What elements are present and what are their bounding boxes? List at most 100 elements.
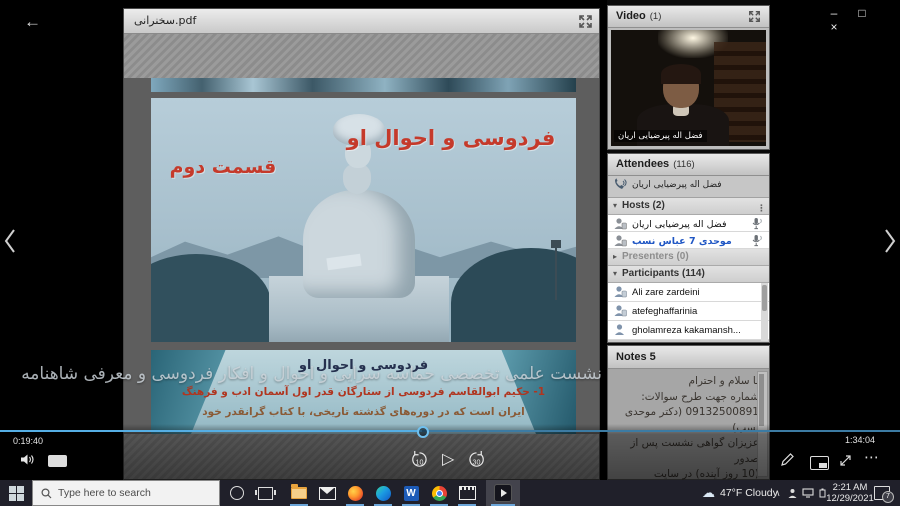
lamppost-graphic bbox=[555, 248, 557, 300]
host-name: موحدی 7 عباس نسب bbox=[632, 234, 732, 250]
previous-chevron-icon[interactable] bbox=[2, 226, 18, 256]
notes-line: 09132500891 (دکتر موحدی bbox=[622, 405, 759, 421]
caption-watermark: نشست علمی تخصصی حماسه سرایی و احوال و اف… bbox=[6, 360, 602, 388]
taskbar: Type here to search W ☁ 47°F Cloudy ∧ bbox=[0, 480, 900, 506]
webcam-person-hair bbox=[661, 64, 701, 84]
microphone-icon bbox=[750, 234, 763, 247]
participant-name: atefeghaffarinia bbox=[632, 304, 697, 320]
battery-icon[interactable] bbox=[819, 488, 826, 498]
active-speaker-name: فضل اله پیرضیایی اریان bbox=[632, 180, 722, 190]
notes-pod-header[interactable]: Notes 5 bbox=[608, 346, 769, 369]
host-row[interactable]: فضل اله پیرضیایی اریان bbox=[608, 215, 769, 232]
taskbar-clock[interactable]: 2:21 AM 12/29/2021 bbox=[828, 480, 872, 506]
fullscreen-expand-icon[interactable] bbox=[578, 14, 593, 29]
webcam-video[interactable]: فضل اله پیرضیایی اریان bbox=[611, 30, 766, 146]
presenters-section-bar[interactable]: ▸Presenters (0) bbox=[608, 249, 769, 266]
screen: سخنرانی.pdf فردوسی و احوال bbox=[0, 0, 900, 506]
mini-player-icon[interactable] bbox=[810, 456, 829, 470]
current-time: 0:19:40 bbox=[13, 436, 43, 446]
chevron-down-icon[interactable]: ▾ bbox=[608, 266, 622, 282]
attendees-pod-header[interactable]: Attendees(116) bbox=[608, 154, 769, 176]
attendees-pod: Attendees(116) فضل اله پیرضیایی اریان ▾H… bbox=[607, 153, 770, 343]
chevron-down-icon[interactable]: ▾ bbox=[608, 198, 622, 214]
video-pod-header[interactable]: Video(1) bbox=[608, 6, 769, 28]
previous-slide-edge bbox=[151, 78, 576, 92]
taskbar-films-tv[interactable] bbox=[454, 480, 480, 506]
forward-30-button[interactable]: 30 bbox=[467, 450, 486, 474]
active-speaker-row: فضل اله پیرضیایی اریان bbox=[608, 176, 769, 198]
hosts-section-bar[interactable]: ▾Hosts (2) ⋮ bbox=[608, 198, 769, 215]
task-view-button[interactable] bbox=[252, 480, 278, 506]
statue-body-graphic bbox=[303, 190, 415, 298]
microphone-icon bbox=[750, 217, 763, 230]
notification-center-button[interactable]: 7 bbox=[874, 480, 890, 506]
search-icon bbox=[41, 488, 52, 499]
participants-label: Participants (114) bbox=[622, 268, 705, 279]
captions-icon[interactable] bbox=[48, 455, 67, 467]
movies-player-icon bbox=[494, 484, 512, 502]
participant-row[interactable]: gholamreza kakamansh... bbox=[608, 321, 769, 340]
minimize-button[interactable]: – bbox=[820, 6, 848, 20]
statue-beard-graphic bbox=[343, 164, 371, 194]
participant-name: Ali zare zardeini bbox=[632, 285, 700, 301]
slide-ferdowsi-statue: فردوسی و احوال او قسمت دوم bbox=[151, 98, 576, 342]
maximize-button[interactable]: □ bbox=[848, 6, 876, 20]
attendees-count: (116) bbox=[673, 159, 694, 170]
host-row[interactable]: موحدی 7 عباس نسب bbox=[608, 232, 769, 249]
taskbar-firefox[interactable] bbox=[342, 480, 368, 506]
chrome-icon bbox=[432, 486, 447, 501]
clock-time: 2:21 AM bbox=[833, 482, 868, 493]
films-tv-icon bbox=[459, 486, 476, 500]
video-expand-icon[interactable] bbox=[748, 10, 763, 25]
svg-text:30: 30 bbox=[473, 458, 481, 466]
network-display-icon[interactable] bbox=[802, 488, 814, 498]
chevron-right-icon[interactable]: ▸ bbox=[608, 249, 622, 265]
share-pod: سخنرانی.pdf فردوسی و احوال bbox=[123, 8, 600, 480]
rewind-10-button[interactable]: 10 bbox=[410, 450, 429, 474]
fullscreen-icon[interactable] bbox=[838, 453, 853, 473]
more-options-icon[interactable]: ⋯ bbox=[864, 448, 880, 466]
user-tray-icon[interactable] bbox=[788, 488, 797, 499]
pod-menu-icon[interactable]: ⋮ bbox=[757, 200, 766, 216]
clock-date: 12/29/2021 bbox=[826, 493, 874, 504]
host-name: فضل اله پیرضیایی اریان bbox=[632, 217, 727, 233]
participants-scrollbar[interactable] bbox=[761, 283, 768, 341]
back-arrow-icon[interactable]: ← bbox=[24, 12, 41, 32]
taskbar-chrome[interactable] bbox=[426, 480, 452, 506]
participant-row[interactable]: Ali zare zardeini bbox=[608, 283, 769, 302]
mail-icon bbox=[319, 487, 336, 500]
share-pod-title: سخنرانی.pdf bbox=[134, 14, 196, 27]
windows-logo-icon bbox=[9, 486, 24, 501]
next-chevron-icon[interactable] bbox=[882, 226, 898, 256]
notes-line: شماره جهت طرح سوالات: bbox=[622, 390, 759, 406]
taskbar-active-video-app[interactable] bbox=[486, 480, 520, 506]
participant-name: gholamreza kakamansh... bbox=[632, 323, 741, 339]
close-button[interactable]: × bbox=[820, 20, 848, 34]
tray-overflow-chevron-icon[interactable]: ∧ bbox=[774, 480, 781, 506]
taskbar-file-explorer[interactable] bbox=[286, 480, 312, 506]
start-button[interactable] bbox=[0, 480, 32, 506]
taskbar-search-input[interactable]: Type here to search bbox=[32, 480, 220, 506]
play-button[interactable]: ▷ bbox=[442, 449, 454, 469]
notification-badge: 7 bbox=[882, 491, 894, 503]
hosts-label: Hosts (2) bbox=[622, 200, 665, 211]
taskbar-weather[interactable]: ☁ 47°F Cloudy bbox=[702, 480, 778, 506]
pencil-icon[interactable] bbox=[780, 452, 795, 472]
window-controls: –□× bbox=[820, 6, 900, 34]
participants-section-bar[interactable]: ▾Participants (114) bbox=[608, 266, 769, 283]
volume-icon[interactable] bbox=[20, 453, 36, 471]
seek-playhead[interactable] bbox=[417, 426, 429, 438]
task-view-icon bbox=[258, 487, 273, 500]
share-pod-titlebar[interactable]: سخنرانی.pdf bbox=[124, 9, 599, 34]
taskbar-mail[interactable] bbox=[314, 480, 340, 506]
notes-line: با سلام و احترام bbox=[622, 374, 759, 390]
video-pod: Video(1) فضل اله پیرضیایی اریان bbox=[607, 5, 770, 150]
taskbar-word[interactable]: W bbox=[398, 480, 424, 506]
participant-row[interactable]: atefeghaffarinia bbox=[608, 302, 769, 321]
weather-text: 47°F Cloudy bbox=[720, 487, 778, 499]
host-user-icon bbox=[613, 217, 627, 230]
cortana-button[interactable] bbox=[224, 480, 250, 506]
search-placeholder: Type here to search bbox=[58, 487, 151, 499]
participant-user-icon bbox=[613, 304, 627, 317]
taskbar-edge[interactable] bbox=[370, 480, 396, 506]
